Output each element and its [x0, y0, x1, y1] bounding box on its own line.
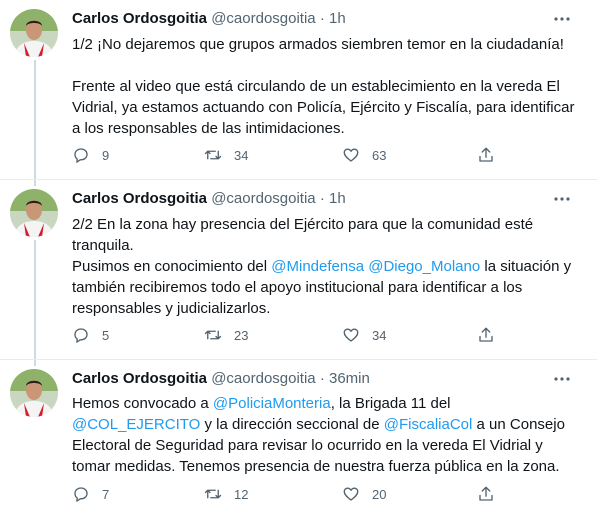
share-button[interactable]: [477, 484, 507, 504]
text-segment: 1/2 ¡No dejaremos que grupos armados sie…: [72, 36, 564, 53]
tweet-text: 2/2 En la zona hay presencia del Ejércit…: [72, 214, 582, 319]
like-button[interactable]: 34: [342, 325, 386, 345]
author-handle[interactable]: @caordosgoitia: [211, 370, 315, 387]
retweet-icon: [204, 330, 222, 340]
mention-link[interactable]: @COL_EJERCITO: [72, 416, 200, 433]
retweet-count: 12: [234, 486, 249, 502]
tweet-text: Hemos convocado a @PoliciaMonteria, la B…: [72, 393, 582, 477]
like-count: 34: [372, 327, 387, 343]
thread-connector: [34, 240, 36, 360]
reply-count: 7: [102, 486, 110, 502]
retweet-count: 34: [234, 147, 249, 163]
thread-connector: [34, 360, 36, 366]
separator-dot: ·: [319, 190, 325, 207]
avatar[interactable]: [10, 189, 58, 237]
more-icon[interactable]: [551, 371, 573, 387]
share-button[interactable]: [477, 145, 507, 165]
like-button[interactable]: 63: [342, 145, 386, 165]
author-name[interactable]: Carlos Ordosgoitia: [72, 190, 207, 207]
reply-button[interactable]: 5: [72, 325, 109, 345]
like-icon: [343, 328, 359, 342]
like-icon: [343, 148, 359, 162]
reply-icon: [74, 328, 88, 343]
tweet[interactable]: Carlos Ordosgoitia @caordosgoitia · 1h 2…: [0, 180, 597, 360]
timestamp[interactable]: 36min: [329, 370, 370, 387]
retweet-icon: [204, 150, 222, 160]
tweet-text: 1/2 ¡No dejaremos que grupos armados sie…: [72, 34, 582, 139]
mention-link[interactable]: @Diego_Molano: [368, 258, 480, 275]
avatar[interactable]: [10, 369, 58, 417]
thread-connector: [34, 60, 36, 180]
text-segment: y la dirección seccional de: [200, 416, 384, 433]
tweet[interactable]: Carlos Ordosgoitia @caordosgoitia · 1h 1…: [0, 0, 597, 180]
retweet-count: 23: [234, 327, 249, 343]
tweet-actions: 5 23 34: [72, 325, 512, 345]
author-handle[interactable]: @caordosgoitia: [211, 10, 315, 27]
retweet-button[interactable]: 23: [204, 325, 248, 345]
timestamp[interactable]: 1h: [329, 190, 346, 207]
mention-link[interactable]: @FiscaliaCol: [384, 416, 473, 433]
share-icon: [479, 486, 493, 501]
separator-dot: ·: [319, 10, 325, 27]
reply-icon: [74, 487, 88, 502]
retweet-icon: [204, 489, 222, 499]
share-icon: [479, 147, 493, 162]
more-icon[interactable]: [551, 11, 573, 27]
tweet-paragraph: Frente al video que está circulando de u…: [72, 76, 582, 139]
text-segment: Hemos convocado a: [72, 395, 213, 412]
text-segment: Pusimos en conocimiento del: [72, 258, 272, 275]
mention-link[interactable]: @PoliciaMonteria: [213, 395, 331, 412]
share-icon: [479, 327, 493, 342]
reply-count: 5: [102, 327, 110, 343]
reply-count: 9: [102, 147, 110, 163]
timestamp[interactable]: 1h: [329, 10, 346, 27]
reply-icon: [74, 148, 88, 163]
like-icon: [343, 487, 359, 501]
tweet-paragraph: 1/2 ¡No dejaremos que grupos armados sie…: [72, 34, 582, 55]
tweet-paragraph: Pusimos en conocimiento del @Mindefensa …: [72, 256, 582, 319]
avatar[interactable]: [10, 9, 58, 57]
reply-button[interactable]: 9: [72, 145, 109, 165]
tweet-actions: 7 12 20: [72, 484, 512, 504]
text-segment: , la Brigada 11 del: [330, 395, 451, 412]
more-icon[interactable]: [551, 191, 573, 207]
like-count: 63: [372, 147, 387, 163]
like-count: 20: [372, 486, 387, 502]
text-segment: Frente al video que está circulando de u…: [72, 78, 575, 137]
like-button[interactable]: 20: [342, 484, 386, 504]
tweet[interactable]: Carlos Ordosgoitia @caordosgoitia · 36mi…: [0, 360, 597, 516]
retweet-button[interactable]: 34: [204, 145, 248, 165]
author-handle[interactable]: @caordosgoitia: [211, 190, 315, 207]
tweet-header: Carlos Ordosgoitia @caordosgoitia · 1h: [72, 189, 346, 209]
tweet-actions: 9 34 63: [72, 145, 512, 165]
author-name[interactable]: Carlos Ordosgoitia: [72, 370, 207, 387]
share-button[interactable]: [477, 325, 507, 345]
author-name[interactable]: Carlos Ordosgoitia: [72, 10, 207, 27]
retweet-button[interactable]: 12: [204, 484, 248, 504]
tweet-header: Carlos Ordosgoitia @caordosgoitia · 36mi…: [72, 369, 370, 389]
tweet-paragraph: Hemos convocado a @PoliciaMonteria, la B…: [72, 393, 582, 477]
separator-dot: ·: [319, 370, 325, 387]
tweet-header: Carlos Ordosgoitia @caordosgoitia · 1h: [72, 9, 346, 29]
tweet-paragraph: 2/2 En la zona hay presencia del Ejércit…: [72, 214, 582, 256]
reply-button[interactable]: 7: [72, 484, 109, 504]
mention-link[interactable]: @Mindefensa: [271, 258, 364, 275]
text-segment: 2/2 En la zona hay presencia del Ejércit…: [72, 216, 534, 254]
thread-connector: [34, 180, 36, 186]
